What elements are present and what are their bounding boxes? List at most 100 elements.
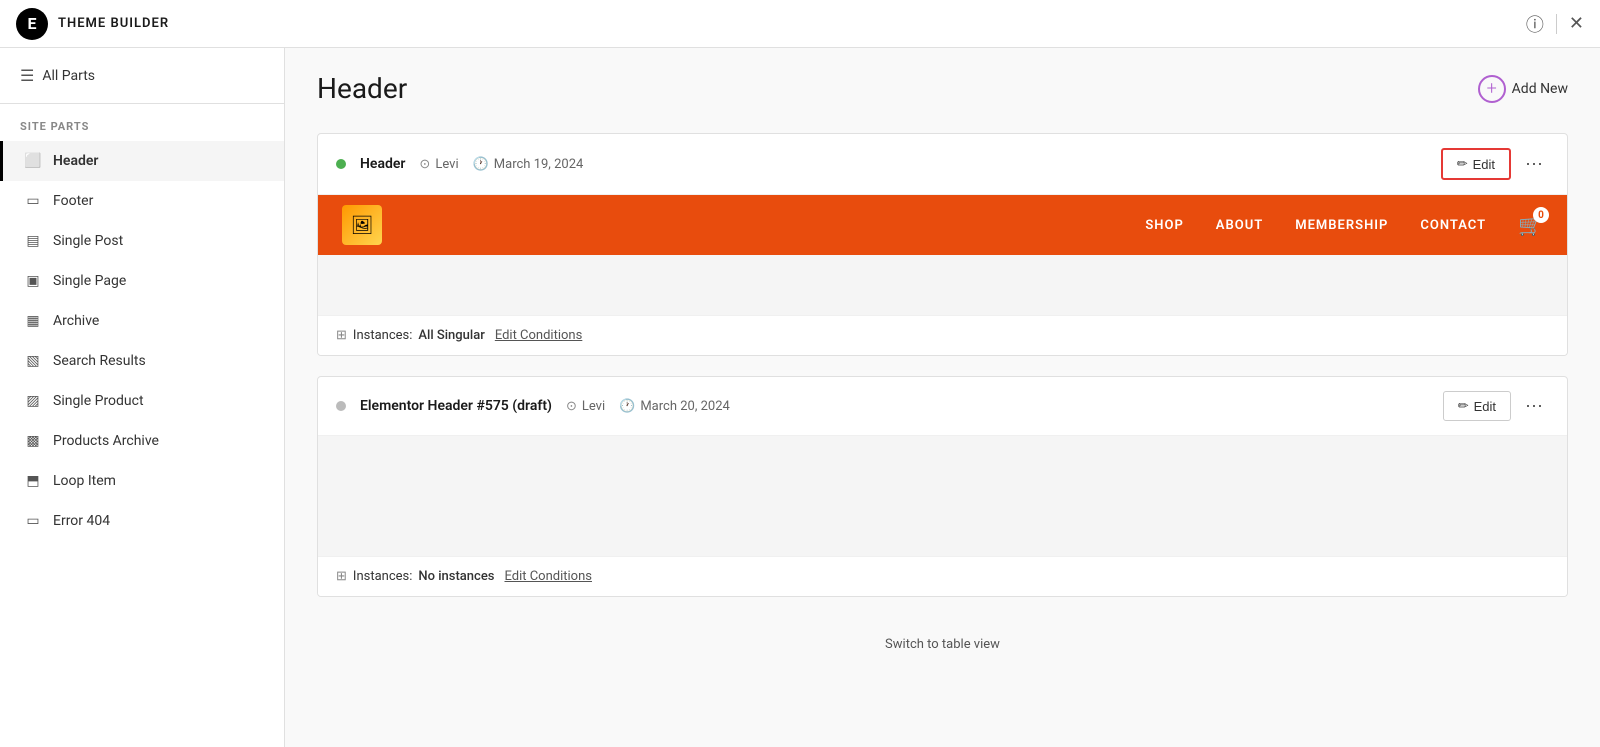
topbar-right: ⓘ ✕	[1526, 11, 1584, 37]
close-icon[interactable]: ✕	[1569, 13, 1584, 34]
nav-item-contact: CONTACT	[1420, 218, 1486, 233]
template-card-2-actions: ✏ Edit ⋯	[1443, 391, 1549, 421]
template-card-1-header: Header ⊙ Levi 🕐 March 19, 2024	[318, 134, 1567, 195]
instances-value-2: No instances	[418, 569, 494, 584]
edit-pencil-icon: ✏	[1457, 156, 1468, 172]
sidebar-item-loop-item[interactable]: ⬒ Loop Item	[0, 461, 284, 501]
instances-value-1: All Singular	[418, 328, 484, 343]
sidebar-item-error-404[interactable]: ▭ Error 404	[0, 501, 284, 541]
template-card-2: Elementor Header #575 (draft) ⊙ Levi 🕐 M…	[317, 376, 1568, 597]
template-author-2: ⊙ Levi	[566, 399, 605, 414]
topbar: E THEME BUILDER ⓘ ✕	[0, 0, 1600, 48]
instances-label-2: Instances:	[353, 569, 412, 584]
template-card-2-header: Elementor Header #575 (draft) ⊙ Levi 🕐 M…	[318, 377, 1567, 436]
sidebar-item-single-product[interactable]: ▨ Single Product	[0, 381, 284, 421]
switch-table-view[interactable]: Switch to table view	[317, 617, 1568, 672]
edit-conditions-link-2[interactable]: Edit Conditions	[504, 569, 592, 584]
cart-badge: 0	[1533, 207, 1549, 223]
date-value-1: March 19, 2024	[494, 157, 584, 172]
topbar-logo: E	[16, 8, 48, 40]
edit-label-2: Edit	[1474, 399, 1496, 414]
sidebar-item-footer[interactable]: ▭ Footer	[0, 181, 284, 221]
more-options-button-2[interactable]: ⋯	[1519, 392, 1549, 421]
template-name-2: Elementor Header #575 (draft)	[360, 398, 552, 414]
topbar-divider	[1556, 14, 1557, 34]
template-card-1-meta: Header ⊙ Levi 🕐 March 19, 2024	[336, 156, 583, 172]
logo-image: 🖼	[342, 205, 382, 245]
sidebar-section-label: SITE PARTS	[0, 104, 284, 141]
sidebar-item-label: Single Page	[53, 273, 126, 289]
nav-item-membership: MEMBERSHIP	[1295, 218, 1388, 233]
edit-label-1: Edit	[1473, 157, 1495, 172]
status-dot-active	[336, 159, 346, 169]
template-author-1: ⊙ Levi	[419, 157, 458, 172]
template-preview-2	[318, 436, 1567, 556]
template-date-2: 🕐 March 20, 2024	[619, 399, 730, 414]
nav-item-about: ABOUT	[1216, 218, 1263, 233]
edit-button-2[interactable]: ✏ Edit	[1443, 391, 1511, 421]
info-icon[interactable]: ⓘ	[1526, 11, 1544, 37]
sidebar-item-products-archive[interactable]: ▩ Products Archive	[0, 421, 284, 461]
template-card-1: Header ⊙ Levi 🕐 March 19, 2024	[317, 133, 1568, 356]
sidebar-all-parts[interactable]: ☰ All Parts	[0, 48, 284, 104]
more-options-button-1[interactable]: ⋯	[1519, 150, 1549, 179]
products-archive-icon: ▩	[23, 431, 43, 451]
content-inner: Header + Add New Header ⊙	[285, 48, 1600, 747]
preview-spacer-1	[318, 255, 1567, 315]
all-parts-label: All Parts	[42, 68, 95, 84]
add-new-icon: +	[1478, 75, 1506, 103]
status-dot-draft	[336, 401, 346, 411]
loop-item-icon: ⬒	[23, 471, 43, 491]
nav-item-shop: SHOP	[1145, 218, 1183, 233]
author-icon: ⊙	[419, 157, 430, 172]
template-date-1: 🕐 March 19, 2024	[473, 157, 584, 172]
sidebar-item-label: Loop Item	[53, 473, 116, 489]
author-name-1: Levi	[435, 157, 458, 172]
sidebar-item-single-page[interactable]: ▣ Single Page	[0, 261, 284, 301]
search-results-icon: ▧	[23, 351, 43, 371]
instances-bar-2: ⊞ Instances: No instances Edit Condition…	[318, 556, 1567, 596]
sidebar-item-label: Footer	[53, 193, 93, 209]
topbar-left: E THEME BUILDER	[16, 8, 169, 40]
sidebar-item-header[interactable]: ⬜ Header	[0, 141, 284, 181]
edit-pencil-icon-2: ✏	[1458, 398, 1469, 414]
date-value-2: March 20, 2024	[640, 399, 730, 414]
instances-bar-1: ⊞ Instances: All Singular Edit Condition…	[318, 315, 1567, 355]
single-post-icon: ▤	[23, 231, 43, 251]
author-icon-2: ⊙	[566, 399, 577, 414]
edit-conditions-link-1[interactable]: Edit Conditions	[495, 328, 583, 343]
single-page-icon: ▣	[23, 271, 43, 291]
template-name-1: Header	[360, 156, 405, 172]
footer-icon: ▭	[23, 191, 43, 211]
error-404-icon: ▭	[23, 511, 43, 531]
template-preview-1: 🖼 SHOP ABOUT MEMBERSHIP CONTACT 🛒 0	[318, 195, 1567, 315]
topbar-title: THEME BUILDER	[58, 16, 169, 31]
sidebar-item-label: Single Post	[53, 233, 123, 249]
instances-icon-1: ⊞	[336, 328, 347, 343]
header-preview: 🖼 SHOP ABOUT MEMBERSHIP CONTACT 🛒 0	[318, 195, 1567, 255]
hamburger-icon: ☰	[20, 66, 34, 85]
clock-icon-2: 🕐	[619, 399, 635, 414]
sidebar-item-single-post[interactable]: ▤ Single Post	[0, 221, 284, 261]
header-icon: ⬜	[23, 151, 43, 171]
template-card-1-actions: ✏ Edit ⋯	[1441, 148, 1549, 180]
sidebar-item-archive[interactable]: ▦ Archive	[0, 301, 284, 341]
cart-icon-container: 🛒 0	[1518, 213, 1543, 237]
sidebar-item-label: Products Archive	[53, 433, 159, 449]
sidebar-item-label: Error 404	[53, 513, 110, 529]
single-product-icon: ▨	[23, 391, 43, 411]
sidebar-item-label: Search Results	[53, 353, 146, 369]
sidebar: ☰ All Parts SITE PARTS ⬜ Header ▭ Footer…	[0, 48, 285, 747]
header-preview-nav: SHOP ABOUT MEMBERSHIP CONTACT 🛒 0	[1145, 213, 1543, 237]
sidebar-item-search-results[interactable]: ▧ Search Results	[0, 341, 284, 381]
edit-button-highlighted-1[interactable]: ✏ Edit	[1441, 148, 1511, 180]
template-card-2-meta: Elementor Header #575 (draft) ⊙ Levi 🕐 M…	[336, 398, 730, 414]
archive-icon: ▦	[23, 311, 43, 331]
app-container: E THEME BUILDER ⓘ ✕ ☰ All Parts SITE PAR…	[0, 0, 1600, 747]
instances-label-1: Instances:	[353, 328, 412, 343]
page-title: Header	[317, 72, 407, 105]
content-area: Header + Add New Header ⊙	[285, 48, 1600, 747]
add-new-button[interactable]: + Add New	[1478, 75, 1568, 103]
sidebar-item-label: Archive	[53, 313, 99, 329]
main-layout: ☰ All Parts SITE PARTS ⬜ Header ▭ Footer…	[0, 48, 1600, 747]
